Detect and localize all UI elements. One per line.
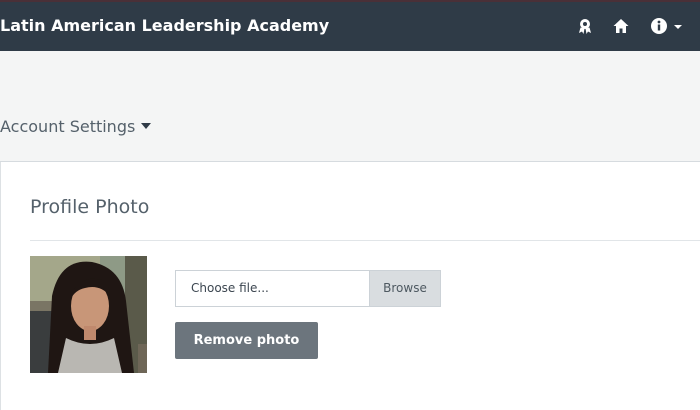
home-icon[interactable]	[612, 17, 630, 35]
top-navbar: Latin American Leadership Academy	[0, 0, 700, 51]
profile-photo	[30, 256, 147, 373]
file-input[interactable]: Choose file...	[175, 270, 369, 307]
settings-subheader	[0, 51, 700, 162]
info-icon[interactable]	[650, 17, 668, 35]
award-icon[interactable]	[576, 17, 594, 35]
browse-button[interactable]: Browse	[369, 270, 441, 307]
section-divider	[30, 240, 700, 241]
section-title: Profile Photo	[30, 196, 150, 218]
remove-photo-button[interactable]: Remove photo	[175, 322, 318, 359]
chevron-down-icon[interactable]	[672, 17, 684, 35]
app-title[interactable]: Latin American Leadership Academy	[0, 16, 329, 35]
account-settings-dropdown[interactable]: Account Settings	[0, 117, 152, 136]
caret-down-icon	[141, 122, 152, 129]
file-upload-group: Choose file... Browse	[175, 270, 441, 307]
account-settings-label: Account Settings	[0, 117, 136, 136]
